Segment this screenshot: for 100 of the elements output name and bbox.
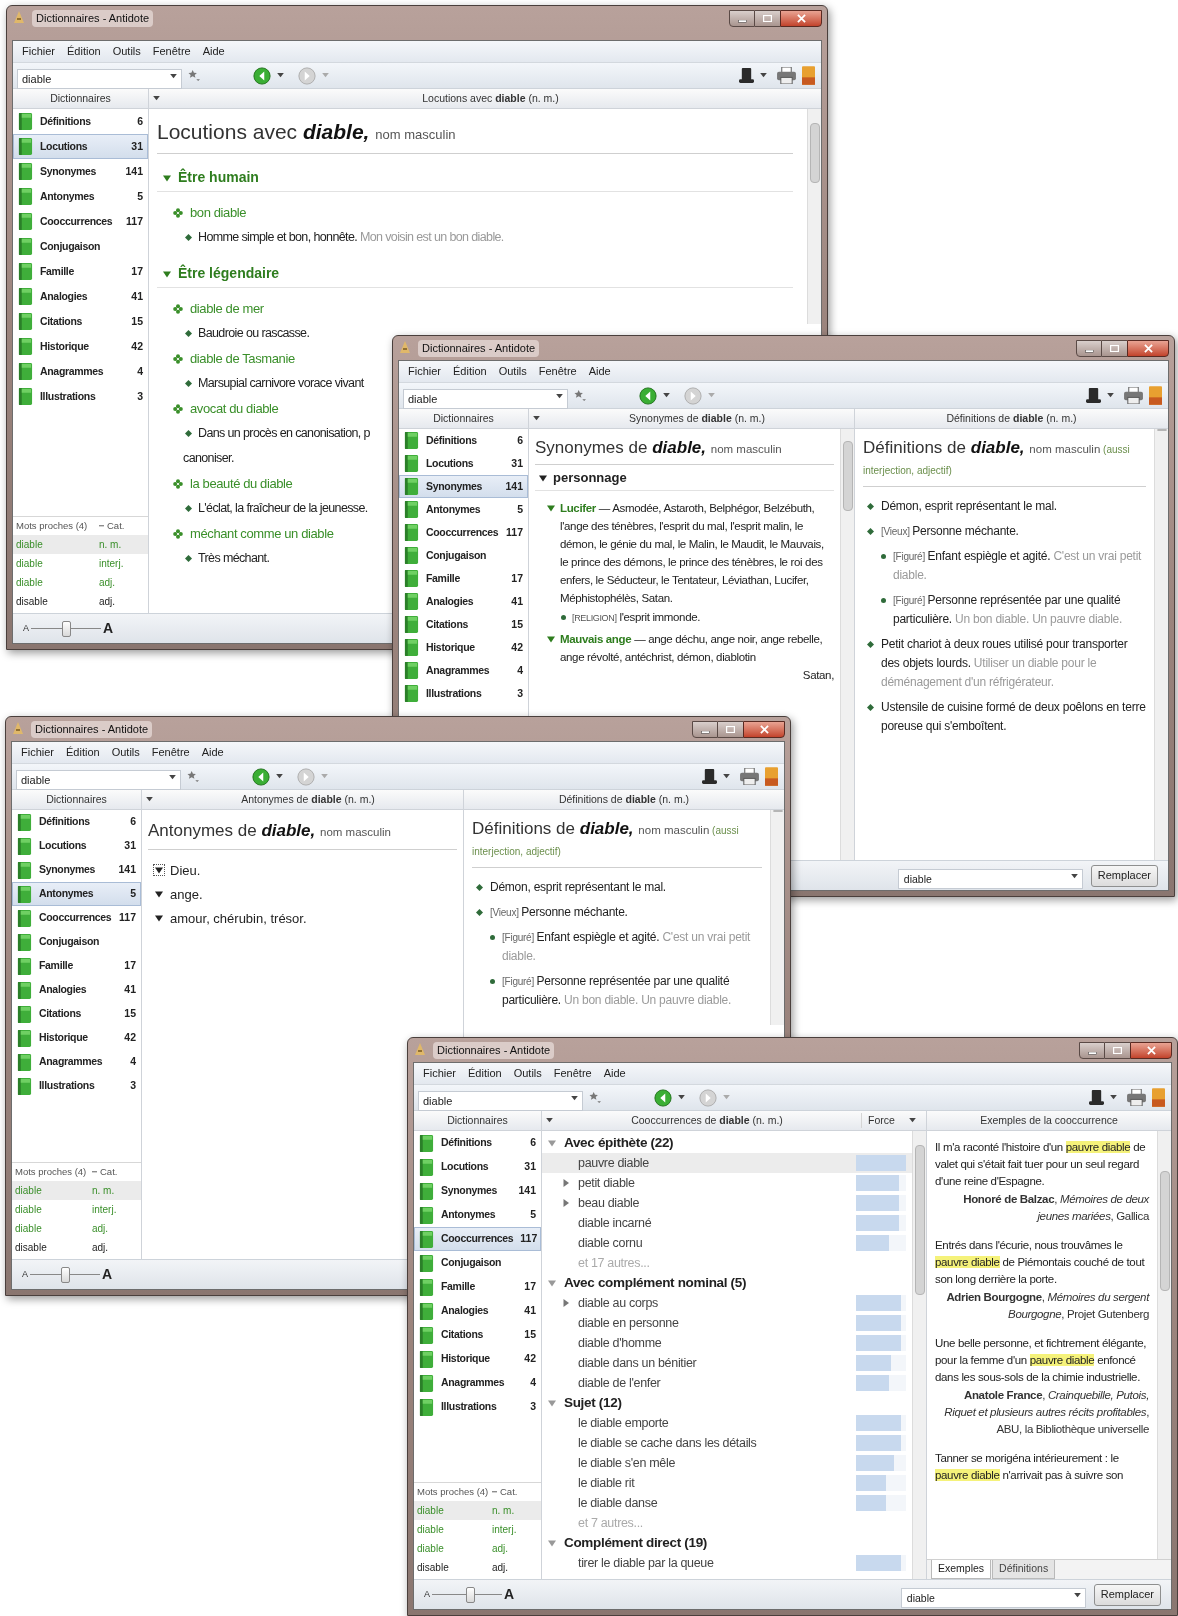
cooccurrence-row[interactable]: diable de l'enfer: [542, 1373, 912, 1393]
top-hat-icon[interactable]: [702, 768, 717, 785]
dictionary-item[interactable]: Analogies 41: [414, 1299, 541, 1323]
nearby-word-row[interactable]: diable interj.: [13, 554, 148, 573]
cooccurrence-group-row[interactable]: Sujet (12): [542, 1393, 912, 1413]
dictionary-item[interactable]: Analogies 41: [399, 590, 528, 613]
cooccurrence-row[interactable]: le diable rit: [542, 1473, 912, 1493]
nearby-word-row[interactable]: disable adj.: [13, 592, 148, 611]
dictionary-item[interactable]: Définitions 6: [12, 810, 141, 834]
dictionary-item[interactable]: Définitions 6: [414, 1131, 541, 1155]
column-sort-caret-icon[interactable]: [909, 1118, 916, 1123]
nearby-word-row[interactable]: disable adj.: [12, 1238, 141, 1257]
menu-item[interactable]: Aide: [197, 43, 230, 60]
category-column-title[interactable]: Cat.: [500, 1484, 538, 1500]
hat-menu-caret-icon[interactable]: [723, 774, 730, 779]
search-field[interactable]: diable: [403, 388, 568, 409]
dictionary-item[interactable]: Historique 42: [12, 1026, 141, 1050]
search-field[interactable]: diable: [418, 1090, 583, 1111]
menu-item[interactable]: Outils: [107, 43, 146, 60]
cooccurrence-group-row[interactable]: Complément direct (19): [542, 1533, 912, 1553]
nearby-word-row[interactable]: diable interj.: [12, 1200, 141, 1219]
cooccurrence-row[interactable]: beau diable: [542, 1193, 912, 1213]
replace-button[interactable]: Remplacer: [1093, 1583, 1161, 1606]
menu-item[interactable]: Fenêtre: [146, 744, 195, 761]
dictionary-item[interactable]: Conjugaison: [12, 930, 141, 954]
printer-icon[interactable]: [740, 768, 759, 785]
locution-phrase[interactable]: diable de Tasmanie: [190, 349, 295, 369]
dictionary-item[interactable]: Locutions 31: [12, 834, 141, 858]
cooccurrence-row[interactable]: le diable s'en mêle: [542, 1453, 912, 1473]
cooccurrence-row[interactable]: diable dans un bénitier: [542, 1353, 912, 1373]
antonym-text[interactable]: Dieu.: [170, 860, 201, 880]
printer-icon[interactable]: [777, 67, 796, 84]
menu-item[interactable]: Fichier: [403, 363, 446, 380]
menu-item[interactable]: Aide: [196, 744, 229, 761]
scrollbar[interactable]: [840, 429, 854, 860]
dictionary-item[interactable]: Illustrations 3: [13, 384, 148, 409]
font-size-slider[interactable]: [432, 1586, 502, 1603]
dictionary-item[interactable]: Anagrammes 4: [13, 359, 148, 384]
locution-phrase[interactable]: bon diable: [190, 203, 247, 223]
antonym-text[interactable]: ange.: [170, 884, 203, 904]
dictionary-item[interactable]: Conjugaison: [399, 544, 528, 567]
menu-item[interactable]: Outils: [493, 363, 532, 380]
cooccurrence-row[interactable]: le diable danse: [542, 1493, 912, 1513]
expanded-triangle-icon[interactable]: [155, 866, 163, 875]
locution-phrase[interactable]: diable de mer: [190, 299, 264, 319]
back-history-caret-icon[interactable]: [678, 1095, 685, 1100]
pane-menu-caret-icon[interactable]: [533, 416, 540, 421]
collapsed-triangle-icon[interactable]: [562, 1299, 570, 1307]
star-dropdown-icon[interactable]: [188, 70, 201, 81]
close-button[interactable]: [1130, 1042, 1172, 1059]
search-field[interactable]: diable: [16, 769, 181, 790]
close-button[interactable]: [780, 10, 822, 27]
hat-menu-caret-icon[interactable]: [1107, 393, 1114, 398]
nearby-word-row[interactable]: diable adj.: [12, 1219, 141, 1238]
dictionary-item[interactable]: Citations 15: [13, 309, 148, 334]
locution-phrase[interactable]: la beauté du diable: [190, 474, 293, 494]
back-history-caret-icon[interactable]: [276, 774, 283, 779]
expanded-triangle-icon[interactable]: [155, 914, 163, 923]
dictionary-item[interactable]: Illustrations 3: [399, 682, 528, 705]
nearby-word-row[interactable]: disable adj.: [414, 1558, 541, 1577]
cooccurrence-row[interactable]: diable cornu: [542, 1233, 912, 1253]
cooccurrence-group-row[interactable]: Avec épithète (22): [542, 1133, 912, 1153]
dictionary-item[interactable]: Locutions 31: [414, 1155, 541, 1179]
dictionary-item[interactable]: Citations 15: [399, 613, 528, 636]
expanded-triangle-icon[interactable]: [539, 473, 547, 482]
dictionary-item[interactable]: Analogies 41: [12, 978, 141, 1002]
menu-item[interactable]: Outils: [508, 1065, 547, 1082]
collapsed-triangle-icon[interactable]: [562, 1199, 570, 1207]
scrollbar[interactable]: [807, 109, 821, 324]
star-dropdown-icon[interactable]: [187, 771, 200, 782]
printer-icon[interactable]: [1127, 1089, 1146, 1106]
menu-item[interactable]: Fenêtre: [548, 1065, 597, 1082]
dictionary-item[interactable]: Famille 17: [414, 1275, 541, 1299]
cooccurrence-row[interactable]: diable d'homme: [542, 1333, 912, 1353]
dictionary-item[interactable]: Définitions 6: [13, 109, 148, 134]
menu-item[interactable]: Fichier: [418, 1065, 461, 1082]
font-size-slider[interactable]: [31, 620, 101, 637]
dictionary-item[interactable]: Anagrammes 4: [12, 1050, 141, 1074]
dictionary-item[interactable]: Illustrations 3: [414, 1395, 541, 1419]
menu-item[interactable]: Édition: [448, 363, 492, 380]
cooccurrence-row[interactable]: le diable se cache dans les détails: [542, 1433, 912, 1453]
dictionary-item[interactable]: Antonymes 5: [12, 882, 141, 906]
dictionary-item[interactable]: Historique 42: [414, 1347, 541, 1371]
dictionary-item[interactable]: Conjugaison: [414, 1251, 541, 1275]
menu-item[interactable]: Fenêtre: [147, 43, 196, 60]
slider-thumb[interactable]: [60, 1266, 70, 1283]
font-size-slider[interactable]: [30, 1266, 100, 1283]
dictionary-item[interactable]: Antonymes 5: [13, 184, 148, 209]
back-history-caret-icon[interactable]: [277, 73, 284, 78]
dictionary-item[interactable]: Famille 17: [399, 567, 528, 590]
nearby-word-row[interactable]: diable interj.: [414, 1520, 541, 1539]
dictionary-item[interactable]: Conjugaison: [13, 234, 148, 259]
cooccurrence-row[interactable]: diable incarné: [542, 1213, 912, 1233]
category-column-title[interactable]: Cat.: [100, 1164, 138, 1180]
dictionary-item[interactable]: Anagrammes 4: [399, 659, 528, 682]
printer-icon[interactable]: [1124, 387, 1143, 404]
cooccurrence-row[interactable]: tirer le diable par la queue: [542, 1553, 912, 1573]
minimize-button[interactable]: [729, 10, 755, 27]
menu-item[interactable]: Édition: [62, 43, 106, 60]
slider-thumb[interactable]: [465, 1586, 475, 1603]
